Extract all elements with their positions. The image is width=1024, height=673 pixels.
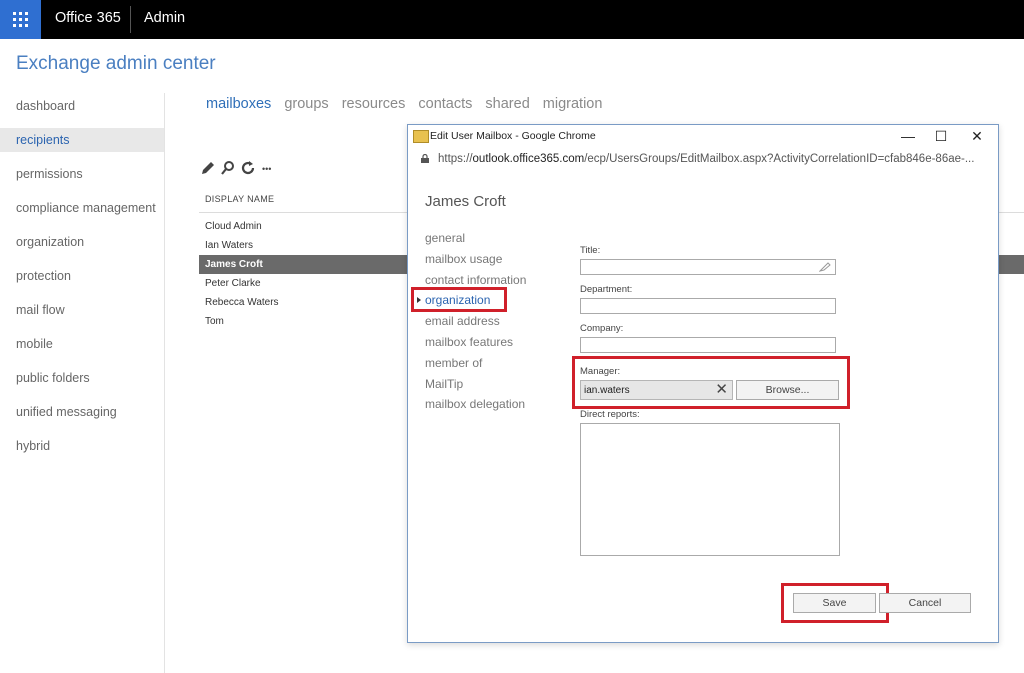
url-host: outlook.office365.com	[472, 153, 585, 165]
nav-item-organization[interactable]: organization	[0, 230, 164, 254]
manager-label: Manager:	[580, 366, 621, 377]
dialog-nav-mailbox-usage[interactable]: mailbox usage	[425, 252, 502, 266]
organization-highlight	[411, 287, 507, 312]
app-launcher-button[interactable]	[0, 0, 41, 39]
tab-contacts[interactable]: contacts	[418, 96, 472, 112]
column-header-display-name[interactable]: DISPLAY NAME	[205, 194, 274, 204]
dialog-nav-mailbox-features[interactable]: mailbox features	[425, 335, 513, 349]
dialog-nav-contact-information[interactable]: contact information	[425, 273, 526, 287]
edit-pen-icon	[819, 262, 831, 272]
direct-reports-label: Direct reports:	[580, 409, 640, 420]
browse-button[interactable]: Browse...	[736, 380, 839, 400]
edit-icon[interactable]	[200, 160, 218, 178]
top-bar: Office 365 Admin	[0, 0, 1024, 39]
cancel-button[interactable]: Cancel	[879, 593, 971, 613]
mail-window-icon	[413, 130, 429, 143]
left-nav: dashboard recipients permissions complia…	[0, 93, 165, 673]
nav-item-dashboard[interactable]: dashboard	[0, 94, 164, 118]
clear-manager-icon[interactable]: ✕	[715, 382, 728, 398]
tab-shared[interactable]: shared	[485, 96, 529, 112]
tab-groups[interactable]: groups	[284, 96, 328, 112]
url-path: /ecp/UsersGroups/EditMailbox.aspx?Activi…	[584, 153, 975, 165]
tab-migration[interactable]: migration	[543, 96, 603, 112]
direct-reports-list[interactable]	[580, 423, 840, 556]
close-button[interactable]: ✕	[962, 127, 992, 145]
dialog-title-bar[interactable]: Edit User Mailbox - Google Chrome — ☐ ✕	[408, 125, 998, 147]
nav-item-hybrid[interactable]: hybrid	[0, 434, 164, 458]
dialog-nav-email-address[interactable]: email address	[425, 314, 500, 328]
mailbox-user-name: James Croft	[425, 193, 506, 210]
minimize-button[interactable]: —	[893, 127, 923, 145]
company-label: Company:	[580, 323, 624, 334]
department-label: Department:	[580, 284, 633, 295]
nav-item-public-folders[interactable]: public folders	[0, 366, 164, 390]
nav-item-mail-flow[interactable]: mail flow	[0, 298, 164, 322]
address-bar[interactable]: https://outlook.office365.com/ecp/UsersG…	[408, 147, 998, 170]
manager-value: ian.waters	[584, 385, 630, 396]
refresh-icon[interactable]	[240, 160, 258, 178]
section-label[interactable]: Admin	[144, 10, 185, 26]
title-label: Title:	[580, 245, 601, 256]
brand-label[interactable]: Office 365	[55, 10, 121, 26]
maximize-button[interactable]: ☐	[926, 127, 956, 145]
search-icon[interactable]	[220, 160, 238, 178]
dialog-nav-member-of[interactable]: member of	[425, 356, 482, 370]
nav-item-unified-messaging[interactable]: unified messaging	[0, 400, 164, 424]
nav-item-permissions[interactable]: permissions	[0, 162, 164, 186]
department-input[interactable]	[580, 298, 836, 314]
waffle-icon	[13, 12, 28, 27]
url-text: https://outlook.office365.com/ecp/UsersG…	[438, 153, 974, 165]
dialog-nav-mailbox-delegation[interactable]: mailbox delegation	[425, 397, 525, 411]
top-divider	[130, 6, 131, 33]
edit-user-mailbox-dialog: Edit User Mailbox - Google Chrome — ☐ ✕ …	[407, 124, 999, 643]
window-title: Edit User Mailbox - Google Chrome	[430, 130, 596, 142]
more-icon[interactable]: •••	[262, 160, 284, 178]
dialog-nav-mailtip[interactable]: MailTip	[425, 377, 463, 391]
tab-mailboxes[interactable]: mailboxes	[206, 96, 271, 112]
nav-item-protection[interactable]: protection	[0, 264, 164, 288]
save-button[interactable]: Save	[793, 593, 876, 613]
title-input[interactable]	[580, 259, 836, 275]
manager-field[interactable]: ian.waters ✕	[580, 380, 733, 400]
recipient-tabs: mailboxes groups resources contacts shar…	[206, 96, 611, 112]
tab-resources[interactable]: resources	[342, 96, 406, 112]
company-input[interactable]	[580, 337, 836, 353]
page-title: Exchange admin center	[16, 53, 216, 74]
nav-item-compliance-management[interactable]: compliance management	[0, 196, 164, 220]
nav-item-recipients[interactable]: recipients	[0, 128, 164, 152]
url-scheme: https://	[438, 153, 473, 165]
nav-item-mobile[interactable]: mobile	[0, 332, 164, 356]
dialog-nav-general[interactable]: general	[425, 231, 465, 245]
lock-icon	[421, 154, 429, 163]
